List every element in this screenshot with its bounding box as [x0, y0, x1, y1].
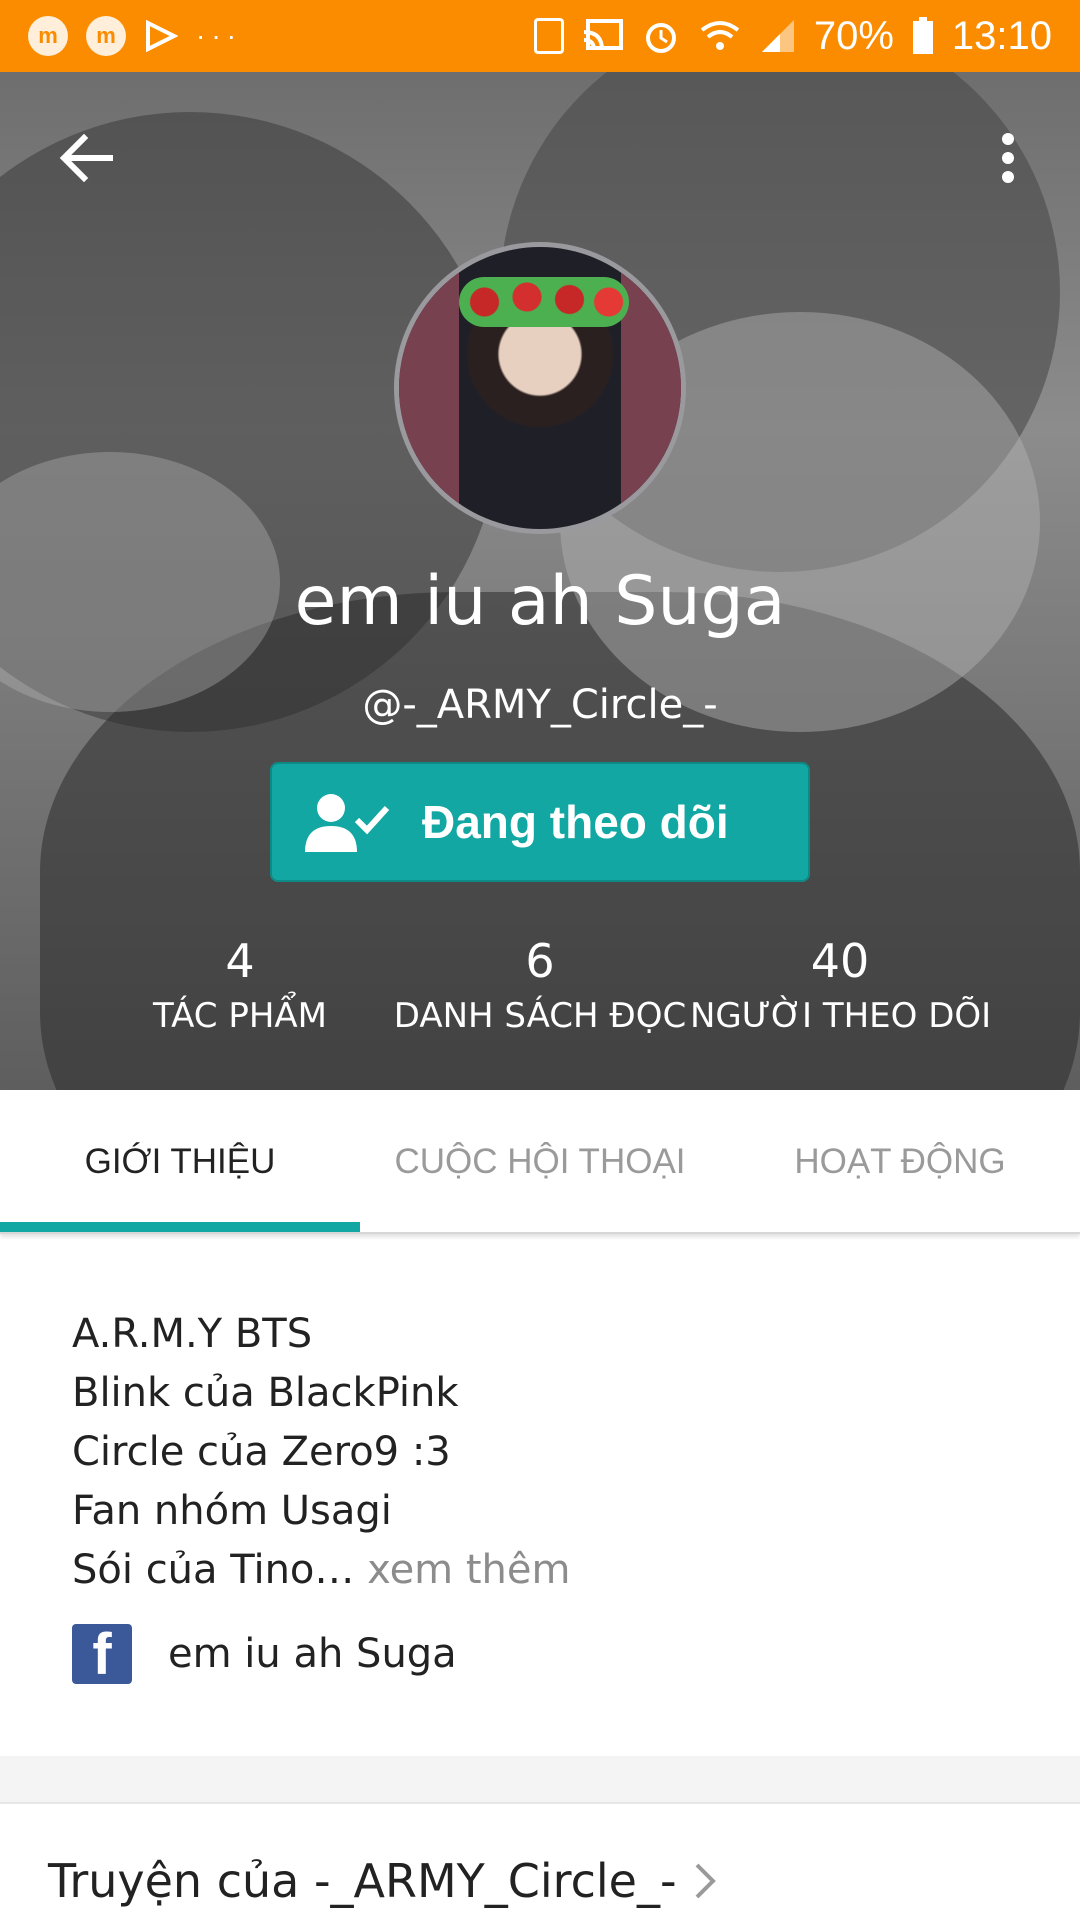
tab-activity[interactable]: HOẠT ĐỘNG: [720, 1090, 1080, 1234]
about-line: Fan nhóm Usagi: [72, 1488, 392, 1534]
back-arrow-icon: [59, 134, 113, 182]
more-notifications-indicator: ···: [196, 20, 242, 51]
avatar[interactable]: [394, 242, 686, 534]
alarm-icon: [645, 23, 676, 53]
section-divider: [0, 1756, 1080, 1804]
user-stories-header[interactable]: Truyện của -_ARMY_Circle_-: [48, 1846, 729, 1916]
back-button[interactable]: [54, 126, 118, 190]
facebook-name: em iu ah Suga: [168, 1631, 457, 1677]
facebook-link[interactable]: f em iu ah Suga: [72, 1624, 457, 1684]
about-line: Blink của BlackPink: [72, 1370, 459, 1416]
more-vert-icon: [1002, 133, 1014, 183]
display-name: em iu ah Suga: [294, 562, 786, 641]
avatar-image-part: [399, 247, 459, 529]
more-options-button[interactable]: [986, 126, 1030, 190]
status-bar-notifications: m m ···: [28, 16, 242, 56]
stat-reading-lists-label: DANH SÁCH ĐỌC: [393, 996, 687, 1036]
wifi-icon: [700, 21, 740, 50]
stat-followers-value: 40: [810, 934, 870, 988]
messenger-notification-icon: m: [86, 16, 126, 56]
username: @-_ARMY_Circle_-: [362, 682, 718, 728]
stat-followers[interactable]: 40 NGƯỜI THEO DÕI: [690, 934, 992, 1036]
stat-reading-lists-value: 6: [525, 934, 555, 988]
about-line: Circle của Zero9 :3: [72, 1429, 451, 1475]
signal-icon: [761, 20, 794, 52]
following-button-label: Đang theo dõi: [422, 796, 729, 848]
facebook-icon: f: [72, 1624, 132, 1684]
stat-reading-lists[interactable]: 6 DANH SÁCH ĐỌC: [390, 934, 690, 1036]
profile-stats: 4 TÁC PHẨM 6 DANH SÁCH ĐỌC 40 NGƯỜI THEO…: [0, 934, 1080, 1064]
profile-tabs: GIỚI THIỆU CUỘC HỘI THOẠI HOẠT ĐỘNG: [0, 1090, 1080, 1234]
active-tab-indicator: [0, 1222, 360, 1232]
stat-works[interactable]: 4 TÁC PHẨM: [90, 934, 390, 1036]
about-line: A.R.M.Y BTS: [72, 1311, 313, 1357]
battery-icon: [912, 17, 933, 54]
avatar-image-part: [621, 247, 681, 529]
stat-works-label: TÁC PHẨM: [152, 996, 327, 1036]
profile-header: em iu ah Suga @-_ARMY_Circle_- Đang theo…: [0, 72, 1080, 1090]
user-check-icon: [305, 794, 390, 852]
play-notification-icon: [146, 19, 178, 53]
stat-works-value: 4: [225, 934, 255, 988]
stat-followers-label: NGƯỜI THEO DÕI: [690, 996, 992, 1036]
about-last-line: Sói của Tino…: [72, 1547, 355, 1593]
user-stories-title: Truyện của -_ARMY_Circle_-: [48, 1854, 677, 1908]
status-bar-system: 70% 13:10: [533, 13, 1052, 59]
chevron-right-icon: [695, 1863, 716, 1899]
battery-percent: 70%: [813, 13, 894, 58]
see-more-link[interactable]: xem thêm: [354, 1547, 570, 1593]
tab-about[interactable]: GIỚI THIỆU: [0, 1090, 360, 1234]
sim-icon: [533, 18, 564, 54]
cast-icon: [583, 19, 623, 51]
about-section: A.R.M.Y BTS Blink của BlackPink Circle c…: [72, 1305, 1012, 1600]
about-line-truncated: Sói của Tino… xem thêm: [72, 1541, 1012, 1600]
app-notification-icon: m: [28, 16, 68, 56]
clock: 13:10: [951, 13, 1052, 58]
status-bar: m m ··· 70% 13:10: [0, 0, 1080, 72]
avatar-image-part: [459, 277, 629, 327]
following-button[interactable]: Đang theo dõi: [270, 762, 810, 882]
tab-conversations[interactable]: CUỘC HỘI THOẠI: [360, 1090, 720, 1234]
